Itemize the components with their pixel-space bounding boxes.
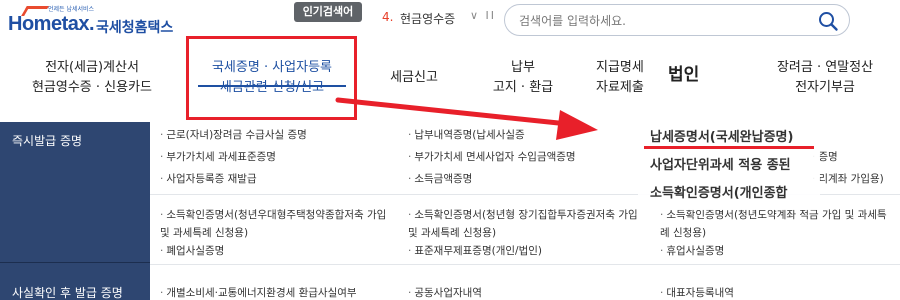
popular-search-term[interactable]: 현금영수증	[400, 10, 455, 27]
menu-link[interactable]: 사업자단위과세 적용 종된	[650, 154, 791, 173]
search-input[interactable]	[519, 11, 799, 31]
menu-link[interactable]: 표준재무제표증명(개인/법인)	[408, 242, 542, 260]
menu-link[interactable]: 부가가치세 면세사업자 수입금액증명	[408, 148, 575, 166]
menu-link[interactable]: 폐업사실증명	[160, 242, 224, 260]
nav-item-sublabel: 고지 · 환급	[492, 80, 554, 95]
overlay-card: 납세증명서(국세완납증명) 사업자단위과세 적용 종된 소득확인증명서(개인종합	[638, 106, 820, 210]
menu-link[interactable]: 개별소비세·교통에너지환경세 환급사실여부	[160, 284, 356, 300]
menu-link[interactable]: 사업자등록증 재발급	[160, 170, 256, 188]
nav-item-label: 세금신고	[390, 70, 438, 85]
corporate-tab-title[interactable]: 법인	[668, 60, 699, 85]
logo-tagline: 언제든 납세서비스	[48, 6, 95, 13]
site-header: 언제든 납세서비스 Hometax. 국세청홈택스 인기검색어 4. 현금영수증…	[0, 0, 900, 44]
popular-search-rank: 4.	[382, 10, 394, 24]
nav-item-label: 납부	[511, 60, 535, 75]
menu-link[interactable]: 납부내역증명(납세사실증	[408, 126, 524, 144]
corporate-tab-overlay: 법인 납세증명서(국세완납증명) 사업자단위과세 적용 종된 소득확인증명서(개…	[628, 52, 820, 212]
category-verified-issue[interactable]: 사실확인 후 발급 증명	[12, 284, 123, 300]
popular-search-badge[interactable]: 인기검색어	[294, 2, 362, 22]
menu-link[interactable]: 소득금액증명	[408, 170, 472, 188]
menu-link[interactable]: 소득확인증명서(청년우대형주택청약종합저축 가입 및 과세특례 신청용)	[160, 206, 396, 242]
search-icon[interactable]	[817, 10, 839, 32]
hometax-logo[interactable]: 언제든 납세서비스 Hometax. 국세청홈택스	[8, 4, 178, 38]
search-box	[504, 4, 850, 36]
nav-item-label: 전자(세금)계산서	[45, 60, 139, 75]
menu-link[interactable]: 소득확인증명서(청년형 장기집합투자증권저축 가입 및 과세특례 신청용)	[408, 206, 644, 242]
menu-link[interactable]: 부가가치세 과세표준증명	[160, 148, 276, 166]
tax-payment-certificate-link[interactable]: 납세증명서(국세완납증명)	[650, 126, 793, 145]
category-instant-issue[interactable]: 즉시발급 증명	[12, 132, 82, 149]
popular-search-controls[interactable]: ∨ II	[470, 9, 496, 22]
row-divider	[150, 264, 900, 265]
category-sidebar: 즉시발급 증명 사실확인 후 발급 증명	[0, 122, 150, 300]
highlight-box	[186, 36, 357, 120]
menu-link[interactable]: 공동사업자내역	[408, 284, 482, 300]
nav-item-tax-filing[interactable]: 세금신고	[368, 68, 460, 88]
menu-link[interactable]: 소득확인증명서(개인종합	[650, 182, 788, 201]
nav-item-e-invoice[interactable]: 전자(세금)계산서 현금영수증 · 신용카드	[14, 58, 170, 98]
menu-link[interactable]: 근로(자녀)장려금 수급사실 증명	[160, 126, 306, 144]
sidebar-divider	[0, 262, 150, 263]
menu-link[interactable]: 대표자등록내역	[660, 284, 734, 300]
logo-site-name: 국세청홈택스	[96, 20, 174, 36]
logo-wordmark: Hometax.	[8, 13, 95, 35]
nav-item-sublabel: 현금영수증 · 신용카드	[31, 80, 153, 95]
menu-link[interactable]: 리계좌 가입용)	[812, 170, 883, 188]
nav-item-payment[interactable]: 납부 고지 · 환급	[470, 58, 576, 98]
highlight-underline	[644, 146, 814, 149]
menu-link[interactable]: 휴업사실증명	[660, 242, 724, 260]
